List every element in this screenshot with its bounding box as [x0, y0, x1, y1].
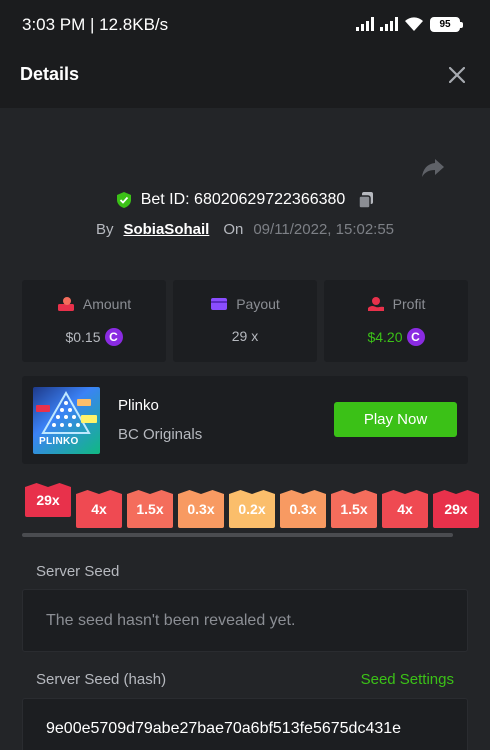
server-seed-hash-value[interactable]: 9e00e5709d79abe27bae70a6bf513fe5675dc431…	[46, 720, 468, 738]
bet-id-row: Bet ID: 68020629722366380	[0, 188, 490, 212]
payout-label: Payout	[236, 296, 280, 312]
multiplier-chip: 29x	[433, 490, 479, 528]
server-seed-hash-label: Server Seed (hash)	[36, 671, 167, 688]
multiplier-row[interactable]: 29x 4x 1.5x 0.3x 0.2x 0.3x 1.5x 4x 29x	[0, 478, 490, 530]
horizontal-scrollbar[interactable]	[22, 533, 453, 537]
bet-author-row: By SobiaSohail On 09/11/2022, 15:02:55	[0, 218, 490, 240]
status-time: 3:03 PM | 12.8KB/s	[22, 15, 169, 34]
amount-card: Amount $0.15 C	[22, 280, 166, 362]
game-thumbnail[interactable]: PLINKO	[33, 387, 100, 454]
close-button[interactable]	[444, 62, 470, 88]
by-label: By	[95, 220, 114, 238]
username-link[interactable]: SobiaSohail	[123, 221, 209, 238]
game-card: PLINKO Plinko BC Originals Play Now	[22, 376, 468, 464]
bet-id: Bet ID: 68020629722366380	[140, 191, 346, 208]
multiplier-chip: 0.3x	[280, 490, 326, 528]
seed-settings-link[interactable]: Seed Settings	[361, 671, 454, 688]
close-icon	[449, 67, 465, 83]
coin-icon: C	[406, 328, 425, 346]
shield-check-icon	[116, 192, 131, 208]
wifi-icon	[405, 17, 423, 31]
amount-icon	[57, 297, 74, 311]
profit-label: Profit	[392, 296, 426, 312]
profit-value: $4.20	[367, 329, 403, 345]
share-button[interactable]	[420, 155, 446, 181]
game-thumbnail-label: PLINKO	[39, 436, 79, 447]
status-icons: 95	[356, 16, 463, 32]
payout-value: 29 x	[231, 328, 259, 344]
profit-icon	[367, 297, 384, 311]
play-now-button[interactable]: Play Now	[334, 402, 457, 437]
server-seed-box: The seed hasn't been revealed yet.	[22, 589, 468, 652]
multiplier-chip: 4x	[382, 490, 428, 528]
profit-card: Profit $4.20 C	[324, 280, 468, 362]
server-seed-hash-box: 9e00e5709d79abe27bae70a6bf513fe5675dc431…	[22, 698, 468, 750]
multiplier-chip: 1.5x	[331, 490, 377, 528]
multiplier-chip: 4x	[76, 490, 122, 528]
status-bar: 3:03 PM | 12.8KB/s 95	[0, 0, 490, 44]
server-seed-label: Server Seed	[36, 563, 120, 580]
signal-icon	[356, 17, 374, 31]
copy-icon[interactable]	[357, 191, 375, 209]
multiplier-chip: 1.5x	[127, 490, 173, 528]
details-header: Details	[0, 44, 490, 108]
payout-card: Payout 29 x	[173, 280, 317, 362]
battery-level: 95	[439, 18, 451, 30]
multiplier-chip: 0.2x	[229, 490, 275, 528]
bet-date: 09/11/2022, 15:02:55	[253, 220, 395, 238]
coin-icon: C	[104, 328, 123, 346]
signal-icon	[380, 17, 398, 31]
game-name: Plinko	[118, 397, 159, 414]
game-provider: BC Originals	[118, 426, 203, 443]
amount-value: $0.15	[65, 329, 101, 345]
battery-icon: 95	[430, 16, 463, 32]
multiplier-chip: 29x	[25, 483, 71, 517]
server-seed-value: The seed hasn't been revealed yet.	[46, 612, 296, 629]
on-label: On	[223, 220, 244, 238]
multiplier-chip: 0.3x	[178, 490, 224, 528]
page-title: Details	[20, 64, 80, 84]
amount-label: Amount	[82, 296, 132, 312]
payout-icon	[211, 298, 228, 310]
share-icon	[422, 159, 444, 177]
